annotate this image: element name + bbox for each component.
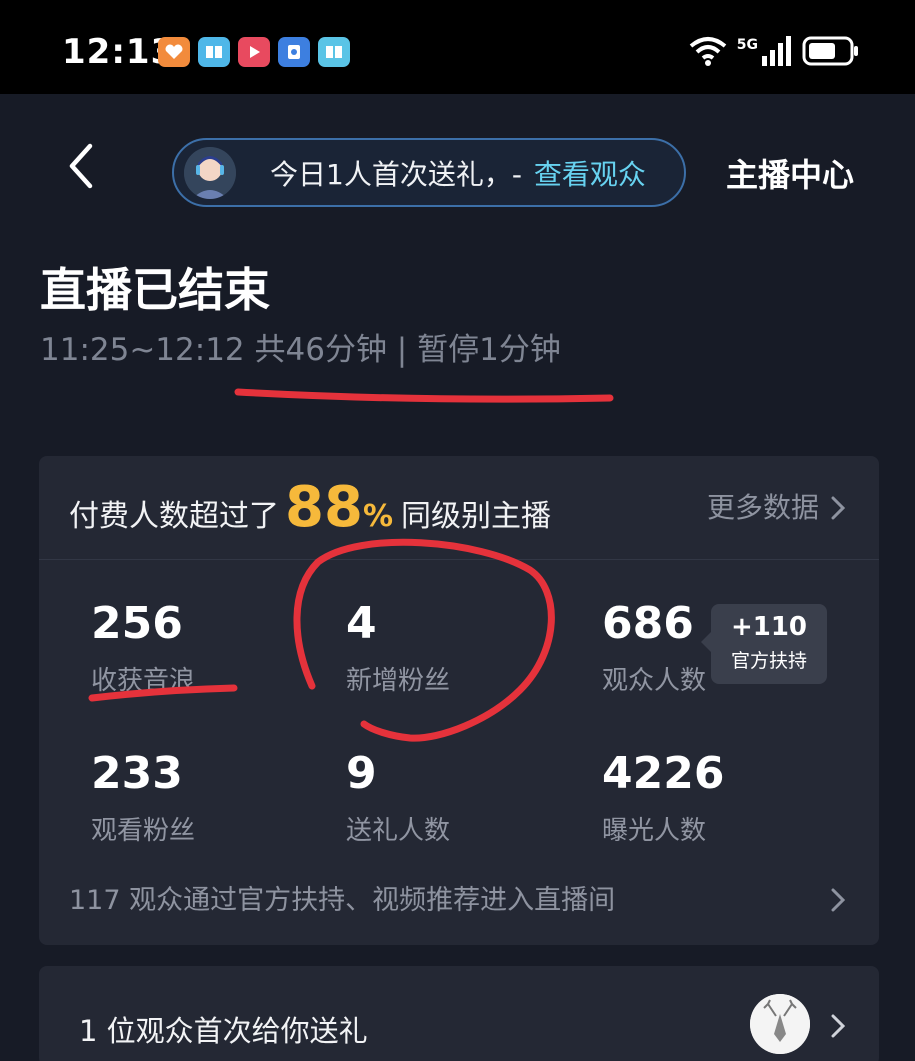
stat-value: 256 bbox=[91, 598, 183, 649]
stat-value: 4 bbox=[346, 598, 377, 649]
headline-percent-sign: % bbox=[362, 499, 393, 534]
first-gift-card[interactable]: 1 位观众首次给你送礼 bbox=[39, 966, 879, 1061]
wifi-icon bbox=[689, 37, 727, 66]
stat-income: 256 收获音浪 bbox=[91, 602, 311, 697]
stats-card: 付费人数超过了 88 % 同级别主播 更多数据 256 收获音浪 4 新增粉丝 … bbox=[39, 456, 879, 945]
stat-gift-givers: 9 送礼人数 bbox=[346, 752, 566, 847]
underline-duration bbox=[234, 388, 614, 403]
signal-icon bbox=[762, 36, 791, 66]
stat-value: 9 bbox=[346, 748, 377, 799]
stat-new-fans: 4 新增粉丝 bbox=[346, 602, 566, 697]
tooltip-value: +110 bbox=[730, 612, 808, 642]
status-bar: 12:13 5G bbox=[0, 0, 915, 94]
stat-label: 曝光人数 bbox=[602, 816, 707, 846]
traffic-source-note[interactable]: 117 观众通过官方扶持、视频推荐进入直播间 bbox=[69, 878, 615, 917]
gifter-avatar bbox=[750, 994, 810, 1054]
notice-text: 今日1人首次送礼，- bbox=[270, 157, 522, 191]
view-audience-link[interactable]: 查看观众 bbox=[534, 153, 646, 193]
headline-prefix: 付费人数超过了 bbox=[69, 499, 279, 534]
network-type-label: 5G bbox=[736, 37, 758, 53]
status-app-icons bbox=[158, 37, 350, 67]
book2-app-icon bbox=[318, 37, 350, 67]
first-gift-notice[interactable]: 今日1人首次送礼，- 查看观众 bbox=[172, 138, 686, 207]
video-app-icon bbox=[238, 37, 270, 67]
back-button[interactable] bbox=[62, 142, 102, 190]
chevron-right-icon bbox=[831, 496, 845, 520]
battery-icon bbox=[802, 36, 858, 66]
first-gift-text: 1 位观众首次给你送礼 bbox=[79, 1014, 368, 1048]
tooltip-label: 官方扶持 bbox=[730, 650, 807, 672]
headline-percent-value: 88 bbox=[285, 475, 363, 540]
broadcast-duration: 11:25~12:12 共46分钟 | 暂停1分钟 bbox=[40, 332, 561, 368]
headline-suffix: 同级别主播 bbox=[401, 499, 551, 534]
page-title: 直播已结束 bbox=[40, 263, 270, 317]
chevron-right-icon bbox=[831, 1014, 845, 1038]
chevron-right-icon bbox=[831, 888, 845, 912]
stats-card-header[interactable]: 付费人数超过了 88 % 同级别主播 更多数据 bbox=[39, 456, 879, 560]
official-support-tooltip: +110 官方扶持 bbox=[701, 604, 827, 684]
chevron-left-icon bbox=[69, 143, 93, 189]
stat-value: 233 bbox=[91, 748, 183, 799]
stat-label: 送礼人数 bbox=[346, 816, 451, 846]
book-app-icon bbox=[198, 37, 230, 67]
more-data-link[interactable]: 更多数据 bbox=[707, 486, 819, 526]
reading-app-icon bbox=[158, 37, 190, 67]
stat-watching-fans: 233 观看粉丝 bbox=[91, 752, 311, 847]
stat-exposure: 4226 曝光人数 bbox=[602, 752, 822, 847]
paid-users-headline: 付费人数超过了 88 % 同级别主播 bbox=[69, 480, 551, 536]
stat-label: 收获音浪 bbox=[91, 666, 196, 696]
viewer-avatar bbox=[184, 146, 236, 199]
stat-label: 观看粉丝 bbox=[91, 816, 196, 846]
stat-label: 新增粉丝 bbox=[346, 666, 451, 696]
anchor-center-link[interactable]: 主播中心 bbox=[726, 150, 854, 196]
system-icons: 5G bbox=[689, 36, 860, 66]
stat-value: 4226 bbox=[602, 748, 725, 799]
shield-app-icon bbox=[278, 37, 310, 67]
